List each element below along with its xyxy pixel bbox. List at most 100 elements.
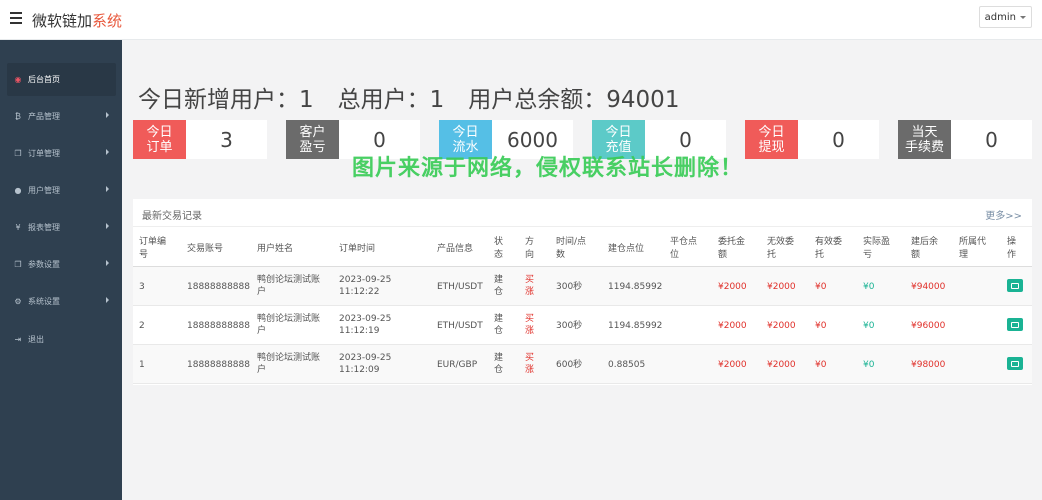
cell-product: ETH/USDT (437, 321, 483, 331)
cell-invalid: ¥2000 (767, 321, 796, 331)
stat-label: 今日 提现 (745, 120, 798, 159)
cell-order-id: 1 (139, 360, 145, 370)
trades-table: 订单编 号 交易账号 用户姓名 订单时间 产品信息 状 态 方 向 时间/点 数… (133, 229, 1032, 384)
sidebar-item-label: 产品管理 (28, 112, 60, 121)
cell-direction: 买 涨 (525, 353, 535, 375)
cell-order-id: 3 (139, 282, 145, 292)
sidebar-item-logout[interactable]: ⇥ 退出 (7, 323, 116, 356)
column-header: 订单编 号 (139, 237, 167, 260)
stat-card-today-withdraw: 今日 提现 0 (745, 120, 879, 159)
stat-value: 3 (220, 127, 233, 152)
view-detail-button[interactable] (1007, 318, 1023, 331)
column-header: 所属代 理 (959, 237, 987, 260)
divider (133, 226, 1032, 227)
sidebar: ◉ 后台首页 ₿ 产品管理 ❐ 订单管理 ● 用户管理 ¥ 报表管理 ❐ 参数设… (0, 40, 122, 500)
recent-trades-panel: 最新交易记录 更多>> 订单编 号 交易账号 用户姓名 订单时间 产品信息 状 … (133, 199, 1032, 385)
chevron-right-icon (106, 112, 109, 118)
menu-toggle-icon[interactable] (10, 12, 22, 24)
cell-duration: 300秒 (556, 282, 583, 292)
detail-icon (1011, 282, 1019, 289)
cell-user-name: 鸭创论坛测试账 户 (257, 275, 321, 297)
user-icon: ● (14, 186, 22, 195)
cell-order-time: 2023-09-25 11:12:22 (339, 275, 392, 297)
sidebar-item-system[interactable]: ⚙ 系统设置 (7, 285, 116, 318)
chevron-right-icon (106, 297, 109, 303)
column-header: 有效委 托 (815, 237, 843, 260)
stat-label: 客户 盈亏 (286, 120, 339, 159)
sidebar-item-label: 用户管理 (28, 186, 60, 195)
stat-label: 今日 订单 (133, 120, 186, 159)
cell-amount: ¥2000 (718, 282, 747, 292)
cell-status: 建 仓 (494, 353, 504, 375)
cell-amount: ¥2000 (718, 360, 747, 370)
brand-main: 微软链加 (32, 12, 93, 30)
chevron-right-icon (106, 223, 109, 229)
new-users-summary: 今日新增用户：1 (138, 87, 314, 113)
table-row: 3 18888888888 鸭创论坛测试账 户 2023-09-25 11:12… (133, 267, 1032, 306)
cell-order-id: 2 (139, 321, 145, 331)
cell-duration: 600秒 (556, 360, 583, 370)
cell-amount: ¥2000 (718, 321, 747, 331)
detail-icon (1011, 321, 1019, 328)
user-menu-button[interactable]: admin (978, 6, 1032, 28)
cell-direction: 买 涨 (525, 314, 535, 336)
total-balance-summary: 用户总余额：94001 (468, 87, 680, 113)
more-link[interactable]: 更多>> (985, 207, 1022, 222)
watermark-text: 图片来源于网络，侵权联系站长删除！ (352, 156, 744, 181)
top-bar: 微软链加系统 admin (0, 0, 1042, 40)
table-header: 订单编 号 交易账号 用户姓名 订单时间 产品信息 状 态 方 向 时间/点 数… (133, 229, 1032, 267)
cell-balance: ¥94000 (911, 282, 946, 292)
panel-title: 最新交易记录 (142, 211, 202, 222)
sidebar-item-orders[interactable]: ❐ 订单管理 (7, 137, 116, 170)
cell-direction: 买 涨 (525, 275, 535, 297)
chevron-right-icon (106, 186, 109, 192)
sidebar-item-label: 参数设置 (28, 260, 60, 269)
column-header: 产品信息 (437, 244, 474, 254)
user-name: admin (984, 11, 1016, 23)
cell-product: ETH/USDT (437, 282, 483, 292)
sidebar-item-label: 系统设置 (28, 297, 60, 306)
sidebar-item-dashboard[interactable]: ◉ 后台首页 (7, 63, 116, 96)
sidebar-item-label: 退出 (28, 335, 44, 344)
cell-user-name: 鸭创论坛测试账 户 (257, 353, 321, 375)
bitcoin-icon: ₿ (15, 112, 21, 121)
cell-balance: ¥96000 (911, 321, 946, 331)
copy-icon: ❐ (14, 260, 22, 269)
stat-value: 0 (832, 127, 845, 152)
cell-invalid: ¥2000 (767, 282, 796, 292)
column-header: 无效委 托 (767, 237, 795, 260)
cell-order-time: 2023-09-25 11:12:09 (339, 353, 392, 375)
table-row: 1 18888888888 鸭创论坛测试账 户 2023-09-25 11:12… (133, 345, 1032, 384)
sidebar-item-reports[interactable]: ¥ 报表管理 (7, 211, 116, 244)
sidebar-item-label: 后台首页 (28, 75, 60, 84)
cell-duration: 300秒 (556, 321, 583, 331)
summary-headline: 今日新增用户：1 总用户：1 用户总余额：94001 (138, 80, 703, 114)
brand-accent: 系统 (92, 12, 123, 30)
view-detail-button[interactable] (1007, 279, 1023, 292)
column-header: 方 向 (525, 237, 535, 260)
sidebar-item-users[interactable]: ● 用户管理 (7, 174, 116, 207)
cell-open-price: 0.88505 (608, 360, 646, 370)
column-header: 订单时间 (339, 244, 376, 254)
column-header: 委托金 额 (718, 237, 746, 260)
caret-down-icon (1020, 15, 1026, 19)
cell-status: 建 仓 (494, 275, 504, 297)
brand-title: 微软链加系统 (32, 10, 122, 31)
column-header: 建后余 额 (911, 237, 939, 260)
column-header: 平仓点 位 (670, 237, 698, 260)
cell-user-name: 鸭创论坛测试账 户 (257, 314, 321, 336)
view-detail-button[interactable] (1007, 357, 1023, 370)
gears-icon: ⚙ (14, 297, 22, 306)
sidebar-item-label: 订单管理 (28, 149, 60, 158)
detail-icon (1011, 360, 1019, 367)
cell-balance: ¥98000 (911, 360, 946, 370)
sidebar-item-products[interactable]: ₿ 产品管理 (7, 100, 116, 133)
yen-icon: ¥ (15, 223, 21, 232)
stat-value: 0 (985, 127, 998, 152)
column-header: 建仓点位 (608, 244, 645, 254)
sidebar-item-params[interactable]: ❐ 参数设置 (7, 248, 116, 281)
cell-profit: ¥0 (863, 360, 875, 370)
cell-order-time: 2023-09-25 11:12:19 (339, 314, 392, 336)
cell-profit: ¥0 (863, 321, 875, 331)
column-header: 实际盈 亏 (863, 237, 891, 260)
